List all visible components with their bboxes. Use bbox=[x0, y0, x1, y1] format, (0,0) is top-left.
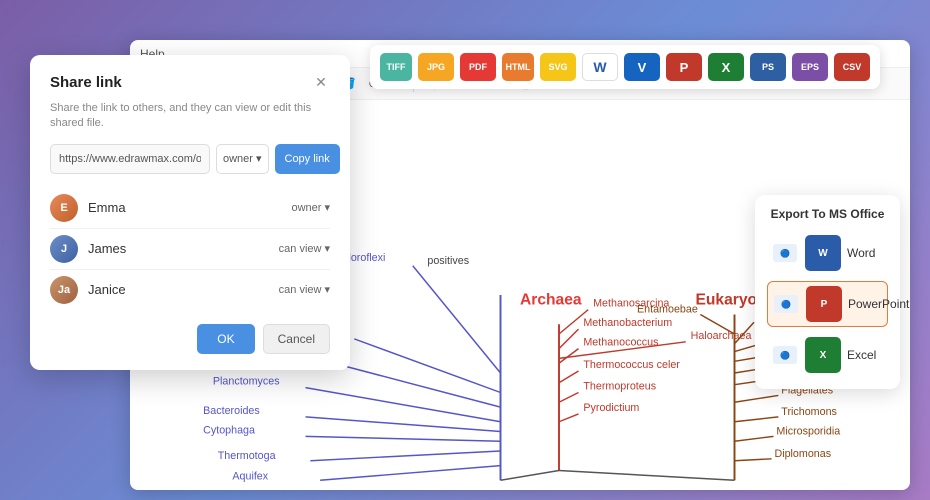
cytophaga-label: Cytophaga bbox=[203, 424, 255, 436]
eps-btn[interactable]: EPS bbox=[792, 53, 828, 81]
permission-select[interactable]: owner ▾ bbox=[216, 144, 269, 174]
user-role-janice[interactable]: can view ▾ bbox=[279, 283, 330, 296]
link-url-input[interactable] bbox=[50, 144, 210, 174]
dialog-actions: OK Cancel bbox=[50, 324, 330, 354]
permission-chevron: ▾ bbox=[256, 152, 262, 165]
user-row-emma: E Emma owner ▾ bbox=[50, 188, 330, 229]
thermococcus-label: Thermococcus celer bbox=[583, 359, 680, 371]
user-role-emma[interactable]: owner ▾ bbox=[292, 201, 331, 214]
powerpoint-export-label: PowerPoint bbox=[848, 297, 909, 311]
ppt-small-icon: 🔵 bbox=[774, 295, 798, 313]
archaea-title: Archaea bbox=[520, 292, 582, 309]
csv-btn[interactable]: CSV bbox=[834, 53, 870, 81]
html-btn[interactable]: HTML bbox=[502, 53, 534, 81]
copy-link-button[interactable]: Copy link bbox=[275, 144, 340, 174]
user-list: E Emma owner ▾ J James can view ▾ Ja Jan… bbox=[50, 188, 330, 310]
ps-btn[interactable]: PS bbox=[750, 53, 786, 81]
excel-main-icon: X bbox=[805, 337, 841, 373]
aquifex-label: Aquifex bbox=[232, 470, 268, 482]
word-export-label: Word bbox=[847, 246, 875, 260]
user-row-janice: Ja Janice can view ▾ bbox=[50, 270, 330, 310]
export-panel: Export To MS Office 🔵 W Word 🔵 P PowerPo… bbox=[755, 195, 900, 389]
ppt-btn[interactable]: P bbox=[666, 53, 702, 81]
word-format-btn[interactable]: W bbox=[582, 53, 618, 81]
share-link-dialog: Share link ✕ Share the link to others, a… bbox=[30, 55, 350, 370]
svg-btn[interactable]: SVG bbox=[540, 53, 576, 81]
trichomons-label: Trichomons bbox=[781, 406, 837, 418]
methanobacterium-label: Methanobacterium bbox=[583, 317, 672, 329]
visio-btn[interactable]: V bbox=[624, 53, 660, 81]
dialog-close-button[interactable]: ✕ bbox=[312, 73, 330, 91]
pdf-btn[interactable]: PDF bbox=[460, 53, 496, 81]
cancel-button[interactable]: Cancel bbox=[263, 324, 330, 354]
ok-button[interactable]: OK bbox=[197, 324, 254, 354]
excel-format-btn[interactable]: X bbox=[708, 53, 744, 81]
word-main-icon: W bbox=[805, 235, 841, 271]
archaea-branches: Archaea Methanosarcina Methanobacterium … bbox=[520, 292, 751, 471]
user-name-janice: Janice bbox=[88, 282, 279, 297]
link-row: owner ▾ Copy link bbox=[50, 144, 330, 174]
export-panel-title: Export To MS Office bbox=[767, 207, 888, 221]
jpg-btn[interactable]: JPG bbox=[418, 53, 454, 81]
format-toolbar: TIFF JPG PDF HTML SVG W V P X PS EPS CSV bbox=[370, 45, 880, 89]
thermotoga-label: Thermotoga bbox=[218, 450, 276, 462]
permission-label: owner bbox=[223, 153, 253, 165]
microsporidia-label: Microsporidia bbox=[776, 425, 840, 437]
bacteroides-label: Bacteroides bbox=[203, 405, 260, 417]
entamoebae-label: Entamoebae bbox=[637, 304, 698, 316]
dialog-header: Share link ✕ bbox=[50, 73, 330, 91]
user-row-james: J James can view ▾ bbox=[50, 229, 330, 270]
export-excel-item[interactable]: 🔵 X Excel bbox=[767, 333, 888, 377]
dialog-title: Share link bbox=[50, 74, 122, 91]
diplomonas-label: Diplomonas bbox=[774, 448, 831, 460]
user-role-james[interactable]: can view ▾ bbox=[279, 242, 330, 255]
planctomyces-label: Planctomyces bbox=[213, 376, 280, 388]
gram-positives-label: positives bbox=[427, 255, 469, 267]
dialog-subtitle: Share the link to others, and they can v… bbox=[50, 101, 330, 132]
user-name-james: James bbox=[88, 241, 279, 256]
thermoproteus-label: Thermoproteus bbox=[583, 381, 656, 393]
export-powerpoint-item[interactable]: 🔵 P PowerPoint bbox=[767, 281, 888, 327]
export-word-item[interactable]: 🔵 W Word bbox=[767, 231, 888, 275]
avatar-janice: Ja bbox=[50, 276, 78, 304]
pyrodictium-label: Pyrodictium bbox=[583, 402, 639, 414]
tiff-btn[interactable]: TIFF bbox=[380, 53, 412, 81]
avatar-emma: E bbox=[50, 194, 78, 222]
excel-export-label: Excel bbox=[847, 348, 876, 362]
user-name-emma: Emma bbox=[88, 200, 292, 215]
powerpoint-main-icon: P bbox=[806, 286, 842, 322]
word-small-icon: 🔵 bbox=[773, 244, 797, 262]
excel-small-icon: 🔵 bbox=[773, 346, 797, 364]
export-items-list: 🔵 W Word 🔵 P PowerPoint 🔵 X Exc bbox=[767, 231, 888, 377]
avatar-james: J bbox=[50, 235, 78, 263]
